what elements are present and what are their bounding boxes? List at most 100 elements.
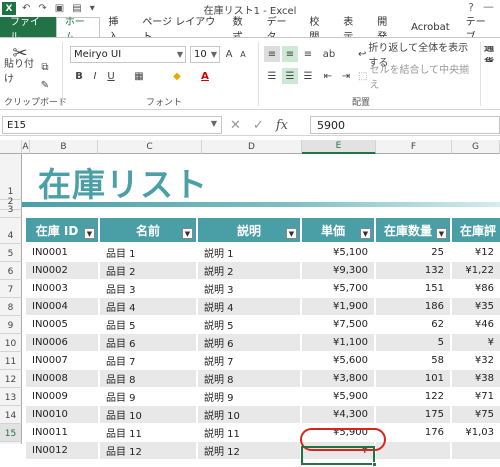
- cell-description[interactable]: 説明 1: [198, 244, 300, 262]
- header-inventory-id[interactable]: 在庫 ID ▼: [26, 218, 98, 242]
- enter-icon[interactable]: ✓: [253, 118, 264, 133]
- cell-unit-price[interactable]: ¥4,300: [302, 406, 374, 424]
- font-size-select[interactable]: 10 ▼: [190, 46, 220, 63]
- minimize-button[interactable]: —: [483, 0, 494, 13]
- tab-insert[interactable]: 挿入: [100, 17, 134, 43]
- cell-stock-qty[interactable]: 58: [376, 352, 450, 370]
- cell-stock-value[interactable]: ¥1,22: [452, 262, 500, 280]
- cell-stock-qty[interactable]: 122: [376, 388, 450, 406]
- tab-view[interactable]: 表示: [335, 17, 369, 43]
- row-header[interactable]: 9: [0, 316, 22, 334]
- row-header[interactable]: 5: [0, 244, 22, 262]
- active-cell-selection[interactable]: [301, 446, 375, 465]
- cell-name[interactable]: 品目 11: [100, 424, 196, 442]
- border-icon[interactable]: ▦: [130, 68, 148, 84]
- merge-center-button[interactable]: ⬚ セルを結合して中央揃え: [358, 65, 478, 91]
- row-header[interactable]: 11: [0, 352, 22, 370]
- cell-description[interactable]: 説明 3: [198, 280, 300, 298]
- row-header[interactable]: 12: [0, 370, 22, 388]
- row-header[interactable]: 8: [0, 298, 22, 316]
- row-header[interactable]: 10: [0, 334, 22, 352]
- cell-stock-value[interactable]: ¥12: [452, 244, 500, 262]
- cell-unit-price[interactable]: ¥5,900: [302, 388, 374, 406]
- name-box[interactable]: E15 ▼: [2, 116, 222, 134]
- cell-unit-price[interactable]: ¥5,100: [302, 244, 374, 262]
- cell-description[interactable]: 説明 11: [198, 424, 300, 442]
- number-format-select[interactable]: 通貨: [484, 46, 500, 62]
- filter-dropdown-icon[interactable]: ▼: [84, 228, 95, 239]
- print-icon[interactable]: ▣: [55, 3, 64, 14]
- cell-unit-price[interactable]: ¥1,100: [302, 334, 374, 352]
- cell-stock-value[interactable]: ¥46: [452, 316, 500, 334]
- cell-inventory-id[interactable]: IN0010: [26, 406, 98, 424]
- cell-stock-qty[interactable]: 151: [376, 280, 450, 298]
- cell-stock-qty[interactable]: 186: [376, 298, 450, 316]
- column-header-c[interactable]: C: [98, 140, 202, 154]
- header-stock-qty[interactable]: 在庫数量 ▼: [376, 218, 450, 242]
- cell-name[interactable]: 品目 12: [100, 442, 196, 460]
- copy-icon[interactable]: ⧉: [38, 60, 52, 74]
- cell-stock-qty[interactable]: 175: [376, 406, 450, 424]
- header-unit-price[interactable]: 単価 ▼: [302, 218, 374, 242]
- header-description[interactable]: 説明 ▼: [198, 218, 300, 242]
- cell-inventory-id[interactable]: IN0012: [26, 442, 98, 460]
- underline-button[interactable]: U: [104, 68, 118, 84]
- cell-stock-qty[interactable]: 25: [376, 244, 450, 262]
- decrease-indent-icon[interactable]: ⇤: [320, 68, 336, 84]
- cell-name[interactable]: 品目 4: [100, 298, 196, 316]
- fill-color-icon[interactable]: ◆: [168, 68, 186, 84]
- formula-input[interactable]: 5900: [310, 116, 500, 134]
- fill-handle[interactable]: [372, 462, 377, 467]
- row-header[interactable]: 7: [0, 280, 22, 298]
- cell-stock-value[interactable]: ¥75: [452, 406, 500, 424]
- cell-stock-value[interactable]: ¥32: [452, 352, 500, 370]
- cell-inventory-id[interactable]: IN0006: [26, 334, 98, 352]
- column-header-d[interactable]: D: [202, 140, 302, 154]
- header-stock-value[interactable]: 在庫評: [452, 218, 500, 242]
- cell-unit-price[interactable]: ¥5,600: [302, 352, 374, 370]
- format-painter-icon[interactable]: ✎: [38, 78, 52, 92]
- tab-data[interactable]: データ: [259, 17, 302, 43]
- column-header-g[interactable]: G: [452, 140, 500, 154]
- cell-inventory-id[interactable]: IN0003: [26, 280, 98, 298]
- tab-review[interactable]: 校閲: [301, 17, 335, 43]
- cell-name[interactable]: 品目 9: [100, 388, 196, 406]
- sheet-title[interactable]: 在庫リスト: [38, 158, 208, 206]
- align-center-icon[interactable]: ☰: [282, 68, 298, 84]
- cell-stock-value[interactable]: ¥38: [452, 370, 500, 388]
- cell-stock-value[interactable]: [452, 442, 500, 460]
- align-top-icon[interactable]: ≡: [264, 46, 280, 62]
- cell-inventory-id[interactable]: IN0001: [26, 244, 98, 262]
- cell-stock-qty[interactable]: 101: [376, 370, 450, 388]
- align-right-icon[interactable]: ☰: [300, 68, 316, 84]
- wrap-text-button[interactable]: ↩ 折り返して全体を表示する: [358, 43, 476, 69]
- cell-description[interactable]: 説明 12: [198, 442, 300, 460]
- cell-unit-price[interactable]: ¥7,500: [302, 316, 374, 334]
- cell-name[interactable]: 品目 3: [100, 280, 196, 298]
- cell-stock-value[interactable]: ¥35: [452, 298, 500, 316]
- row-header[interactable]: 6: [0, 262, 22, 280]
- cell-stock-qty[interactable]: 176: [376, 424, 450, 442]
- cell-inventory-id[interactable]: IN0009: [26, 388, 98, 406]
- tab-formulas[interactable]: 数式: [225, 17, 259, 43]
- cell-inventory-id[interactable]: IN0002: [26, 262, 98, 280]
- row-header[interactable]: 3: [0, 205, 22, 218]
- bold-button[interactable]: B: [72, 68, 86, 84]
- cell-description[interactable]: 説明 6: [198, 334, 300, 352]
- increase-indent-icon[interactable]: ⇥: [338, 68, 354, 84]
- align-left-icon[interactable]: ☰: [264, 68, 280, 84]
- cell-description[interactable]: 説明 4: [198, 298, 300, 316]
- cell-inventory-id[interactable]: IN0011: [26, 424, 98, 442]
- row-header[interactable]: 1: [0, 154, 22, 200]
- cell-name[interactable]: 品目 1: [100, 244, 196, 262]
- cell-description[interactable]: 説明 7: [198, 352, 300, 370]
- cell-description[interactable]: 説明 8: [198, 370, 300, 388]
- align-bottom-icon[interactable]: ≡: [300, 46, 316, 62]
- cell-stock-qty[interactable]: 5: [376, 334, 450, 352]
- shrink-font-icon[interactable]: A: [236, 46, 250, 62]
- cell-inventory-id[interactable]: IN0007: [26, 352, 98, 370]
- column-header-b[interactable]: B: [30, 140, 98, 154]
- cell-description[interactable]: 説明 10: [198, 406, 300, 424]
- cell-name[interactable]: 品目 5: [100, 316, 196, 334]
- column-header-f[interactable]: F: [376, 140, 452, 154]
